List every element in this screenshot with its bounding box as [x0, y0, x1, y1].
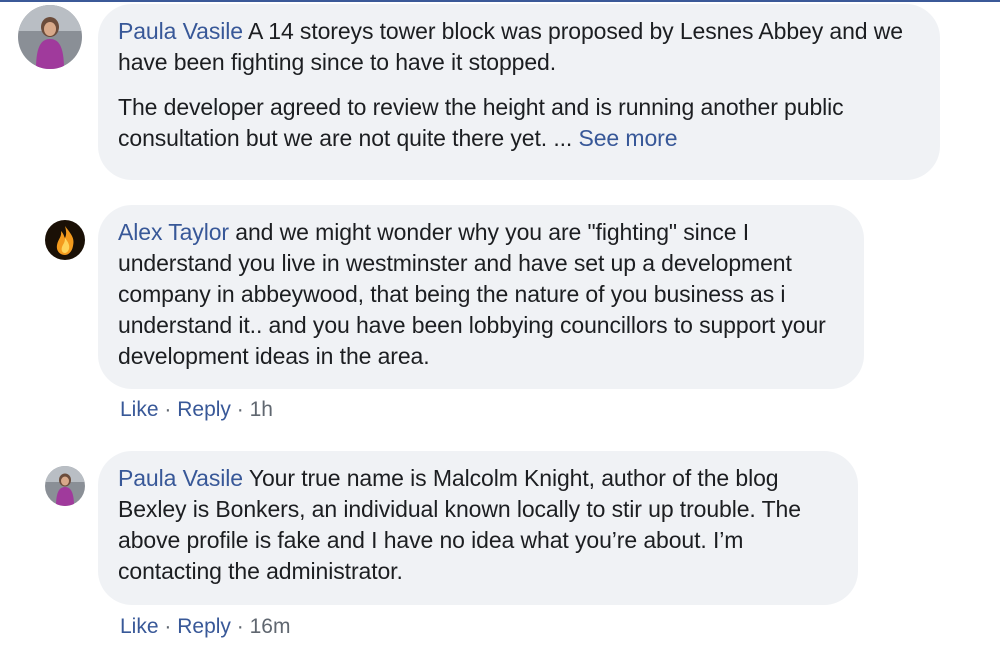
author-name-link[interactable]: Paula Vasile: [118, 465, 243, 491]
author-name-link[interactable]: Alex Taylor: [118, 219, 229, 245]
reply-button[interactable]: Reply: [177, 615, 231, 638]
separator-dot: ·: [236, 398, 244, 421]
comment-actions: Like · Reply · 1h: [120, 398, 273, 422]
avatar-paula-vasile-icon[interactable]: [18, 5, 82, 69]
comment-bubble: Alex Taylor and we might wonder why you …: [98, 205, 864, 389]
comment-paragraph: Paula Vasile Your true name is Malcolm K…: [118, 463, 838, 587]
timestamp[interactable]: 16m: [250, 615, 291, 638]
like-button[interactable]: Like: [120, 398, 159, 421]
comment-text: The developer agreed to review the heigh…: [118, 94, 844, 151]
separator-dot: ·: [164, 398, 172, 421]
separator-dot: ·: [164, 615, 172, 638]
like-button[interactable]: Like: [120, 615, 159, 638]
separator-dot: ·: [236, 615, 244, 638]
comment-paragraph-2: The developer agreed to review the heigh…: [118, 92, 920, 154]
comment-actions: Like · Reply · 16m: [120, 615, 290, 639]
comment-bubble: Paula Vasile A 14 storeys tower block wa…: [98, 4, 940, 180]
comment-bubble: Paula Vasile Your true name is Malcolm K…: [98, 451, 858, 605]
timestamp[interactable]: 1h: [250, 398, 273, 421]
see-more-link[interactable]: See more: [579, 125, 678, 151]
top-border: [0, 0, 1000, 2]
comment-paragraph-1: Paula Vasile A 14 storeys tower block wa…: [118, 16, 920, 78]
avatar-alex-taylor-icon[interactable]: [45, 220, 85, 260]
author-name-link[interactable]: Paula Vasile: [118, 18, 243, 44]
reply-button[interactable]: Reply: [177, 398, 231, 421]
comment-paragraph: Alex Taylor and we might wonder why you …: [118, 217, 844, 372]
avatar-paula-vasile-icon[interactable]: [45, 466, 85, 506]
